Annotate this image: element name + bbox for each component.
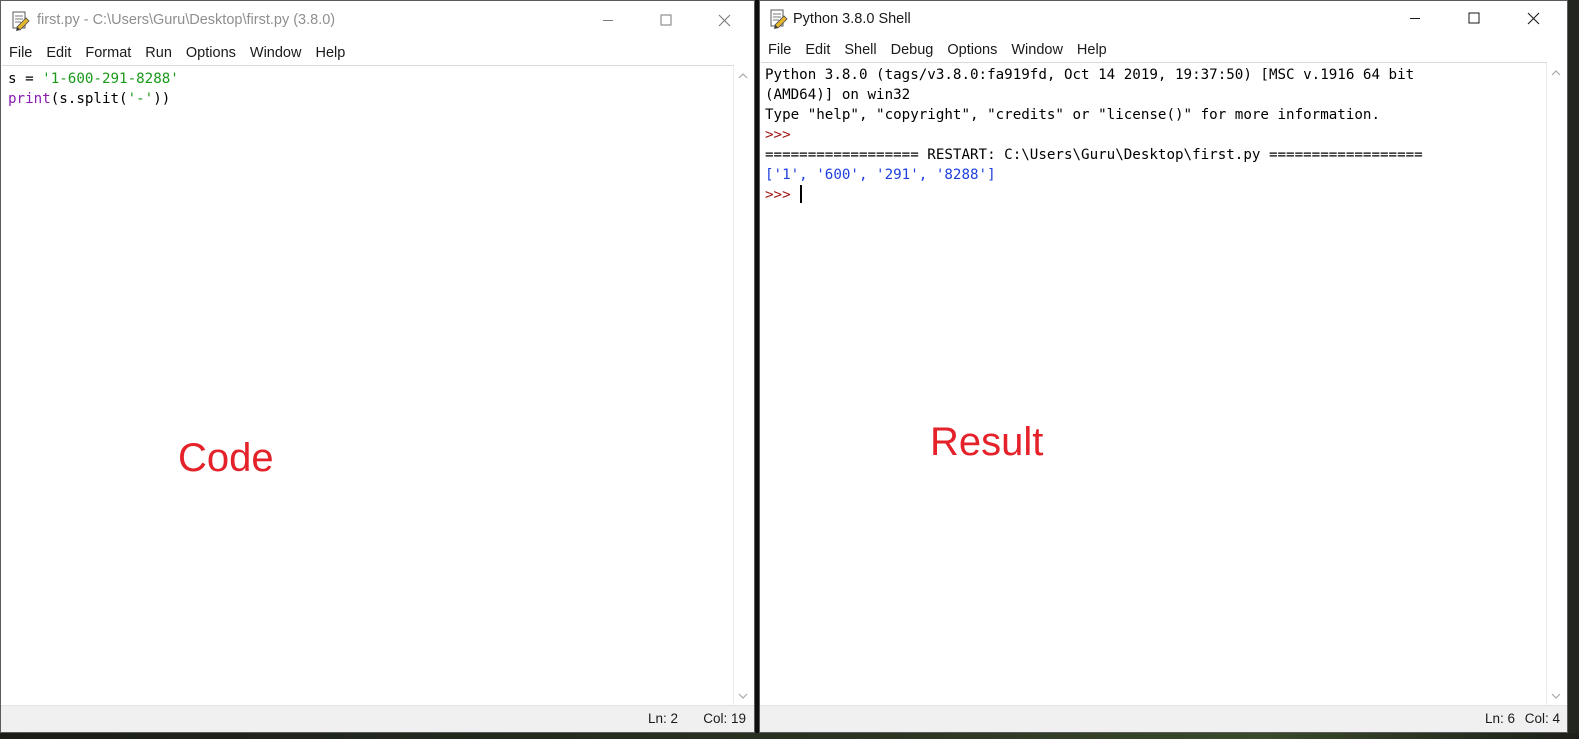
editor-menu-bar: File Edit Format Run Options Window Help [1,41,754,65]
line-indicator: Ln: 2 [647,711,678,726]
maximize-icon [1468,12,1480,24]
desktop-edge [1568,0,1579,739]
menu-help[interactable]: Help [308,45,352,61]
menu-edit[interactable]: Edit [39,45,78,61]
minimize-button[interactable] [579,1,637,39]
restart-line: ================== RESTART: C:\Users\Gur… [765,147,1423,163]
active-prompt-line[interactable]: >>> [765,185,1423,205]
shell-text-area[interactable]: Python 3.8.0 (tags/v3.8.0:fa919fd, Oct 1… [761,62,1547,706]
column-indicator: Col: 4 [1524,711,1560,726]
editor-title-bar[interactable]: first.py - C:\Users\Guru\Desktop\first.p… [1,1,754,41]
shell-menu-bar: File Edit Shell Debug Options Window Hel… [760,38,1567,62]
shell-window-title: Python 3.8.0 Shell [793,11,911,27]
menu-file[interactable]: File [760,42,798,58]
scroll-up-arrow-icon[interactable] [1551,69,1561,77]
code-line-1: s = '1-600-291-8288' [8,71,179,87]
close-icon [1527,12,1539,24]
scroll-down-arrow-icon[interactable] [738,692,748,700]
menu-window[interactable]: Window [1004,42,1070,58]
scroll-down-arrow-icon[interactable] [1551,692,1561,700]
program-output: ['1', '600', '291', '8288'] [765,167,996,183]
menu-shell[interactable]: Shell [837,42,883,58]
menu-options[interactable]: Options [940,42,1004,58]
editor-window: first.py - C:\Users\Guru\Desktop\first.p… [0,0,755,733]
maximize-icon [660,14,672,26]
banner-line-3: Type "help", "copyright", "credits" or "… [765,107,1380,123]
line-indicator: Ln: 6 [1484,711,1515,726]
menu-options[interactable]: Options [179,45,243,61]
minimize-icon [1410,18,1420,19]
shell-prompt: >>> [765,127,791,143]
menu-file[interactable]: File [1,45,39,61]
close-icon [718,14,730,26]
editor-text-area[interactable]: s = '1-600-291-8288' print(s.split('-')) … [2,65,734,706]
editor-code: s = '1-600-291-8288' print(s.split('-')) [8,69,179,109]
desktop-strip [0,733,1579,739]
maximize-button[interactable] [1445,1,1503,37]
menu-window[interactable]: Window [243,45,309,61]
menu-edit[interactable]: Edit [798,42,837,58]
menu-help[interactable]: Help [1070,42,1114,58]
shell-scrollbar[interactable] [1546,63,1566,706]
idle-python-icon [12,11,30,31]
scroll-up-arrow-icon[interactable] [738,72,748,80]
minimize-icon [603,20,613,21]
column-indicator: Col: 19 [703,711,746,726]
result-annotation: Result [930,420,1044,464]
menu-debug[interactable]: Debug [884,42,941,58]
editor-scrollbar[interactable] [733,66,753,706]
close-button[interactable] [1504,1,1562,37]
idle-python-icon [770,9,788,29]
editor-status-bar: Ln: 2 Col: 19 [1,705,754,732]
menu-format[interactable]: Format [78,45,138,61]
shell-prompt: >>> [765,187,791,203]
banner-line-2: (AMD64)] on win32 [765,87,911,103]
minimize-button[interactable] [1386,1,1444,37]
shell-status-bar: Ln: 6 Col: 4 [760,705,1567,732]
shell-title-bar[interactable]: Python 3.8.0 Shell [760,1,1567,41]
code-annotation: Code [178,436,274,480]
text-cursor [800,185,803,203]
menu-run[interactable]: Run [138,45,179,61]
editor-window-title: first.py - C:\Users\Guru\Desktop\first.p… [37,12,336,28]
close-button[interactable] [695,1,753,39]
banner-line-1: Python 3.8.0 (tags/v3.8.0:fa919fd, Oct 1… [765,67,1415,83]
maximize-button[interactable] [637,1,695,39]
shell-window: Python 3.8.0 Shell File Edit Shell Debug… [759,0,1568,733]
code-line-2: print(s.split('-')) [8,91,171,107]
shell-output: Python 3.8.0 (tags/v3.8.0:fa919fd, Oct 1… [765,65,1423,205]
